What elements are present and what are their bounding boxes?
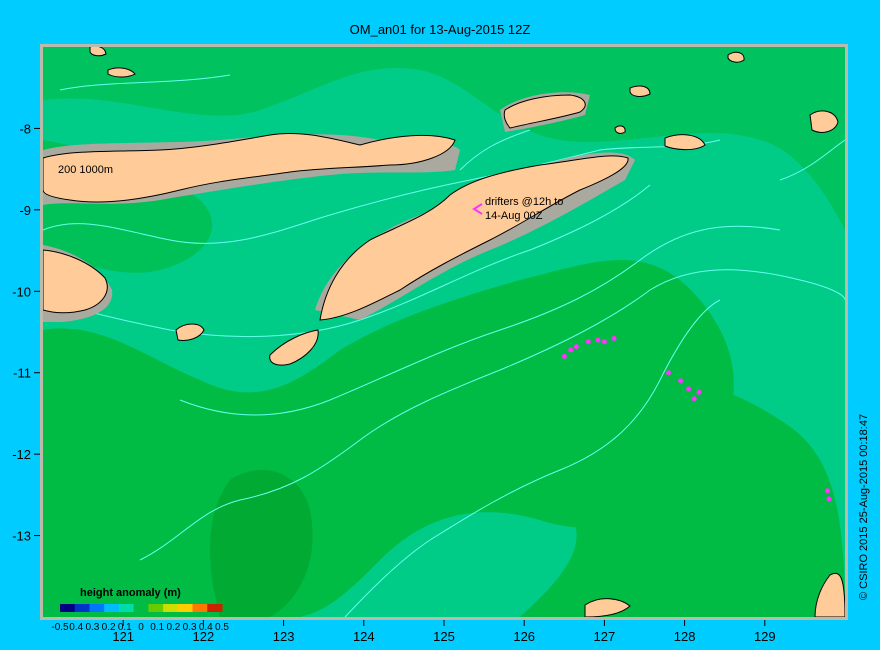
- colorbar-title: height anomaly (m): [80, 587, 181, 599]
- colorbar-swatch: [118, 604, 135, 612]
- colorbar-swatch: [192, 604, 208, 612]
- drifter-point: [561, 353, 567, 359]
- y-tick-label: -13: [12, 529, 31, 544]
- colorbar-swatch: [104, 604, 120, 612]
- drifter-point: [678, 378, 684, 384]
- drifter-point: [666, 370, 672, 376]
- colorbar-swatch: [207, 604, 223, 612]
- colorbar-label: 0.3: [85, 622, 99, 633]
- drifter-label-line2: 14-Aug 00Z: [485, 210, 543, 222]
- colorbar-label: 0.5: [215, 622, 229, 633]
- drifter-point: [691, 396, 697, 402]
- drifter-point: [573, 344, 579, 350]
- y-tick-label: -8: [19, 121, 31, 136]
- drifter-point: [826, 496, 832, 502]
- x-tick-label: 129: [754, 629, 776, 644]
- y-tick-label: -11: [13, 366, 31, 381]
- colorbar-swatch: [163, 604, 179, 612]
- map-canvas: drifters @12h to 14-Aug 00Z 200 1000m he…: [12, 44, 848, 644]
- x-tick-label: 124: [353, 629, 375, 644]
- colorbar-swatch: [133, 604, 149, 612]
- colorbar-swatch: [89, 604, 105, 612]
- drifter-point: [595, 337, 601, 343]
- colorbar-label: 0: [138, 622, 144, 633]
- x-tick-label: 123: [273, 629, 295, 644]
- x-tick-label: 128: [674, 629, 696, 644]
- contour-depth-label: 200 1000m: [58, 164, 113, 176]
- x-tick-label: 126: [513, 629, 535, 644]
- colorbar-swatch: [60, 604, 76, 612]
- colorbar-label: 0.2: [166, 622, 180, 633]
- drifter-label-line1: drifters @12h to: [485, 196, 563, 208]
- drifter-point: [568, 347, 574, 353]
- colorbar-label: 0.4: [69, 622, 83, 633]
- drifter-point: [686, 386, 692, 392]
- colorbar: [60, 604, 223, 612]
- colorbar-swatch: [148, 604, 164, 612]
- colorbar-label: -0.5: [51, 622, 69, 633]
- drifter-point: [611, 336, 617, 342]
- x-tick-label: 122: [193, 629, 215, 644]
- drifter-point: [601, 339, 607, 345]
- colorbar-swatch: [74, 604, 90, 612]
- x-tick-label: 125: [433, 629, 455, 644]
- colorbar-label: 0.1: [150, 622, 164, 633]
- y-tick-label: -9: [19, 203, 31, 218]
- y-tick-label: -12: [12, 447, 31, 462]
- credit-text: © CSIRO 2015 25-Aug-2015 00:18:47: [858, 413, 870, 600]
- x-tick-label: 127: [594, 629, 616, 644]
- drifter-point: [696, 389, 702, 395]
- y-axis: -8 -9 -10 -11 -12 -13: [12, 121, 40, 544]
- x-tick-label: 121: [112, 629, 134, 644]
- drifter-point: [585, 339, 591, 345]
- colorbar-swatch: [177, 604, 194, 612]
- drifter-point: [824, 488, 830, 494]
- y-tick-label: -10: [12, 284, 31, 299]
